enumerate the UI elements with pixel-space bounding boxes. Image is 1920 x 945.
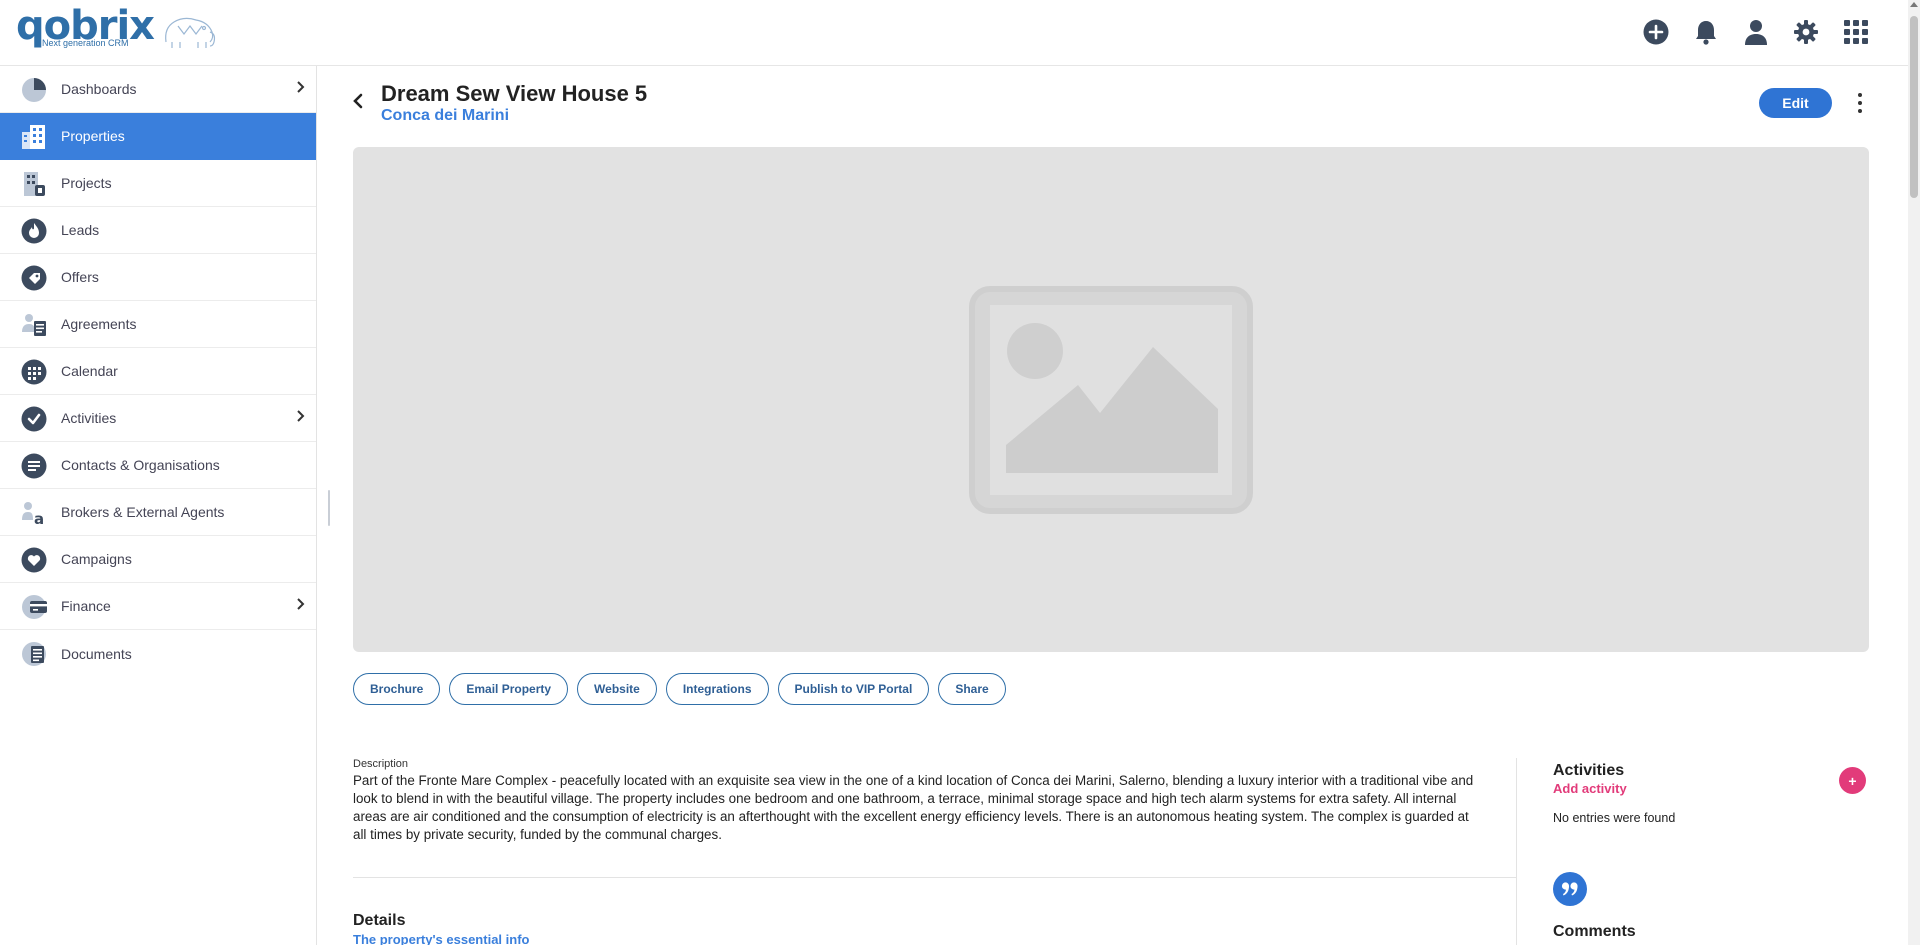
svg-text:a: a [34,510,44,526]
description-label: Description [353,758,409,770]
sidebar-item-label: Contacts & Organisations [61,457,220,473]
scroll-up-arrow-icon[interactable] [1910,2,1918,7]
column-divider [1516,758,1517,945]
sidebar-item-properties[interactable]: Properties [0,113,316,160]
sidebar-item-label: Projects [61,175,112,191]
details-subheading: The property's essential info [353,932,530,945]
sidebar-item-label: Properties [61,128,125,144]
property-location-link[interactable]: Conca dei Marini [381,107,509,125]
edit-button[interactable]: Edit [1759,88,1832,118]
sidebar-item-campaigns[interactable]: Campaigns [0,536,316,583]
quote-icon [1553,872,1587,906]
check-circle-icon [21,406,47,432]
chevron-right-icon [297,81,305,93]
buildings-icon [21,124,47,150]
sidebar-item-label: Dashboards [61,81,137,97]
user-icon[interactable] [1740,16,1772,48]
tag-icon [21,265,47,291]
chevron-right-icon [297,598,305,610]
details-heading: Details [353,912,406,929]
finance-icon [21,594,47,620]
pie-chart-icon [21,77,47,103]
sidebar-item-label: Calendar [61,363,118,379]
share-button[interactable]: Share [938,673,1006,705]
description-text: Part of the Fronte Mare Complex - peacef… [353,773,1474,842]
more-options-icon[interactable] [1850,90,1870,116]
flame-icon [21,218,47,244]
sidebar-item-brokers[interactable]: a Brokers & External Agents [0,489,316,536]
project-building-icon [21,171,47,197]
image-placeholder-icon [969,285,1253,514]
integrations-button[interactable]: Integrations [665,673,769,705]
sidebar-item-contacts[interactable]: Contacts & Organisations [0,442,316,489]
scroll-thumb[interactable] [1910,16,1918,198]
website-button[interactable]: Website [577,673,657,705]
action-buttons: Brochure Email Property Website Integrat… [353,673,1006,705]
publish-vip-portal-button[interactable]: Publish to VIP Portal [777,673,930,705]
logo-tagline: Next generation CRM [42,38,129,48]
sidebar-item-label: Leads [61,222,100,238]
add-circle-icon[interactable] [1640,16,1672,48]
broker-icon: a [21,500,47,526]
sidebar-item-offers[interactable]: Offers [0,254,316,301]
sidebar-item-leads[interactable]: Leads [0,207,316,254]
calendar-icon [21,359,47,385]
sidebar-item-finance[interactable]: Finance [0,583,316,630]
sidebar-item-label: Campaigns [61,551,132,567]
page-title: Dream Sew View House 5 [381,81,648,106]
sidebar-item-label: Finance [61,598,111,614]
sidebar: Dashboards Properties Projects Leads Off… [0,66,317,945]
gear-icon[interactable] [1790,16,1822,48]
elephant-logo-icon [165,17,216,48]
add-activity-button[interactable]: + [1839,767,1866,794]
sidebar-item-label: Activities [61,410,117,426]
sidebar-item-label: Brokers & External Agents [61,504,225,520]
section-divider [353,877,1516,878]
heart-icon [21,547,47,573]
top-icons [1640,16,1872,48]
sidebar-item-label: Documents [61,645,132,662]
property-image[interactable] [353,147,1869,652]
agreement-icon [21,312,47,338]
apps-grid-icon[interactable] [1840,16,1872,48]
documents-icon [21,641,47,667]
property-detail: Dream Sew View House 5 Conca dei Marini … [318,66,1908,945]
sidebar-item-label: Agreements [61,316,137,332]
sidebar-item-label: Offers [61,269,99,285]
activities-empty-text: No entries were found [1553,811,1676,825]
brochure-button[interactable]: Brochure [353,673,441,705]
page-scrollbar[interactable] [1908,0,1920,945]
bell-icon[interactable] [1690,16,1722,48]
sidebar-item-calendar[interactable]: Calendar [0,348,316,395]
top-bar: qobrix Next generation CRM [0,0,1908,66]
contacts-icon [21,453,47,479]
comments-heading: Comments [1553,923,1636,940]
sidebar-item-projects[interactable]: Projects [0,160,316,207]
app-logo[interactable]: qobrix Next generation CRM [16,6,218,56]
sidebar-item-agreements[interactable]: Agreements [0,301,316,348]
sidebar-item-dashboards[interactable]: Dashboards [0,66,316,113]
sidebar-item-activities[interactable]: Activities [0,395,316,442]
back-arrow-icon[interactable] [352,92,364,110]
add-activity-link[interactable]: Add activity [1553,781,1627,796]
sidebar-item-documents[interactable]: Documents [0,630,316,677]
chevron-right-icon [297,410,305,422]
activities-heading: Activities [1553,762,1625,779]
email-property-button[interactable]: Email Property [449,673,569,705]
